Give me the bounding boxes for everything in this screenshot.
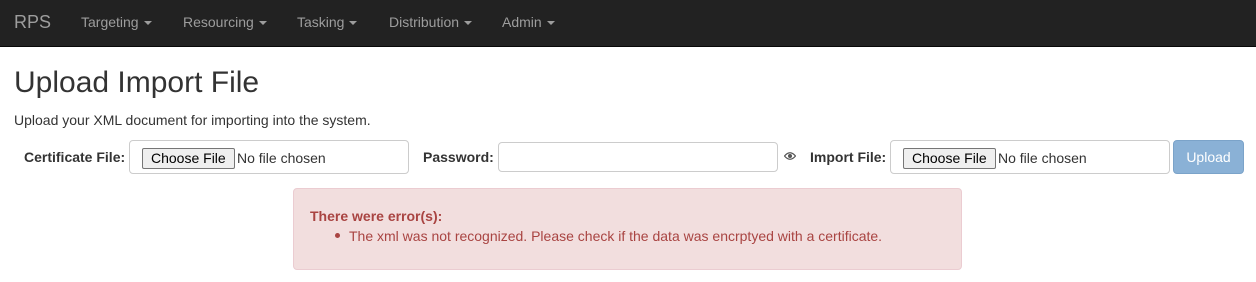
brand-link[interactable]: RPS	[14, 12, 51, 32]
caret-down-icon	[349, 21, 358, 26]
nav-targeting[interactable]: Targeting	[81, 14, 152, 30]
eye-icon[interactable]	[784, 151, 796, 161]
nav-resourcing-label: Resourcing	[183, 14, 254, 30]
certificate-file-status: No file chosen	[237, 150, 326, 166]
certificate-file-input[interactable]: Choose File No file chosen	[129, 140, 409, 174]
nav-admin-label: Admin	[502, 14, 542, 30]
nav-tasking-label: Tasking	[297, 14, 345, 30]
import-file-status: No file chosen	[998, 150, 1087, 166]
error-alert-heading: There were error(s):	[310, 208, 443, 224]
page-title: Upload Import File	[14, 66, 260, 99]
certificate-file-label: Certificate File:	[24, 149, 126, 165]
error-alert: There were error(s): The xml was not rec…	[293, 188, 962, 270]
caret-down-icon	[258, 21, 267, 26]
top-navbar: RPS Targeting Resourcing Tasking Distrib…	[0, 0, 1256, 47]
nav-resourcing[interactable]: Resourcing	[183, 14, 267, 30]
nav-tasking[interactable]: Tasking	[297, 14, 358, 30]
upload-button[interactable]: Upload	[1173, 140, 1244, 174]
nav-admin[interactable]: Admin	[502, 14, 555, 30]
caret-down-icon	[143, 21, 152, 26]
error-message: The xml was not recognized. Please check…	[349, 228, 883, 244]
page-description: Upload your XML document for importing i…	[14, 112, 371, 128]
import-choose-file-button[interactable]: Choose File	[903, 148, 996, 169]
import-file-input[interactable]: Choose File No file chosen	[890, 140, 1170, 174]
caret-down-icon	[464, 21, 473, 26]
import-file-label: Import File:	[810, 149, 887, 165]
password-label: Password:	[423, 149, 494, 165]
bullet-icon	[335, 233, 340, 238]
nav-distribution-label: Distribution	[389, 14, 460, 30]
nav-distribution[interactable]: Distribution	[389, 14, 473, 30]
password-input[interactable]	[498, 142, 778, 172]
certificate-choose-file-button[interactable]: Choose File	[142, 148, 235, 169]
caret-down-icon	[546, 21, 555, 26]
nav-targeting-label: Targeting	[81, 14, 139, 30]
